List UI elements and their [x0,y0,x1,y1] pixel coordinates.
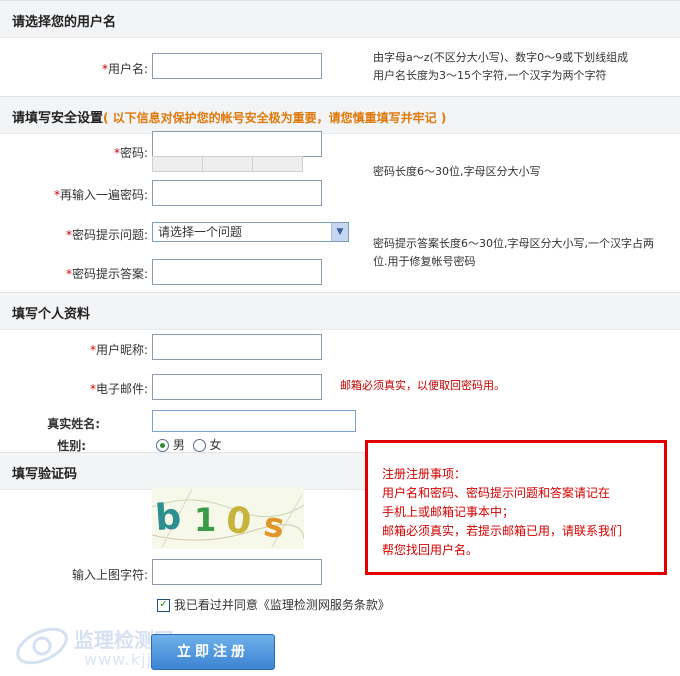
email-input[interactable] [152,374,322,400]
notice-line: 帮您找回用户名。 [382,543,479,557]
answer-input[interactable] [152,259,322,285]
answer-label: *密码提示答案: [65,267,148,281]
captcha-input[interactable] [152,559,322,585]
question-select[interactable]: 请选择一个问题 ▼ [152,222,349,242]
password-hint: 密码长度6～30位,字母区分大小写 [373,165,541,178]
password-label: *密码: [113,146,148,160]
notice-line: 用户名和密码、密码提示问题和答案请记在 [382,486,611,500]
gender-male-radio[interactable] [156,439,169,452]
notice-title: 注册注册事项： [382,467,467,481]
password-strength-meter [152,156,303,172]
section-title: 请填写安全设置 [12,111,104,126]
svg-text:b: b [154,496,183,539]
password-confirm-label: *再输入一遍密码: [53,188,148,202]
password-confirm-input[interactable] [152,180,322,206]
nickname-input[interactable] [152,334,322,360]
notice-line: 手机上或邮箱记事本中； [382,505,515,519]
watermark-logo-icon [16,627,68,665]
password-input[interactable] [152,131,322,157]
section-captcha-header: 填写验证码 [0,452,365,490]
agree-row: ✓ 我已看过并同意《监理检测网服务条款》 [157,596,390,613]
agree-text[interactable]: 我已看过并同意《监理检测网服务条款》 [174,598,390,612]
agree-checkbox[interactable]: ✓ [157,599,170,612]
gender-male-label: 男 [172,438,185,452]
section-profile-header: 填写个人资料 [0,292,680,330]
realname-input[interactable] [152,410,356,432]
registration-notice: 注册注册事项： 用户名和密码、密码提示问题和答案请记在 手机上或邮箱记事本中； … [365,440,667,575]
username-label: *用户名: [101,62,148,76]
notice-line: 邮箱必须真实，若提示邮箱已用，请联系我们 [382,524,623,538]
nickname-label: *用户昵称: [89,343,148,357]
security-note: ( 以下信息对保护您的帐号安全极为重要，请您慎重填写并牢记 ) [103,111,447,125]
captcha-label: 输入上图字符: [71,568,148,582]
gender-female-radio[interactable] [192,439,206,452]
section-title: 填写个人资料 [12,307,91,322]
answer-hint: 密码提示答案长度6～30位,字母区分大小写,一个汉字占两 位.用于修复帐号密码 [373,237,654,268]
section-security-header: 请填写安全设置( 以下信息对保护您的帐号安全极为重要，请您慎重填写并牢记 ) [0,96,680,134]
gender-female-label: 女 [209,438,222,452]
email-label: *电子邮件: [89,382,148,396]
username-hint: 由字母a～z(不区分大小写)、数字0～9或下划线组成 用户名长度为3～15个字符… [373,51,629,82]
section-title: 请选择您的用户名 [12,15,117,30]
chevron-down-icon[interactable]: ▼ [331,223,348,241]
realname-label: 真实姓名: [47,417,100,431]
svg-text:0: 0 [224,500,253,543]
section-title: 填写验证码 [12,467,78,482]
register-button[interactable]: 立即注册 [151,634,275,670]
section-username-header: 请选择您的用户名 [0,0,680,38]
username-input[interactable] [152,53,322,79]
gender-radio-group: 男 女 [156,436,222,453]
email-hint: 邮箱必须真实，以便取回密码用。 [340,379,505,392]
captcha-image[interactable]: b 1 0 s [152,487,304,549]
question-label: *密码提示问题: [65,228,148,242]
svg-text:1: 1 [194,501,216,539]
